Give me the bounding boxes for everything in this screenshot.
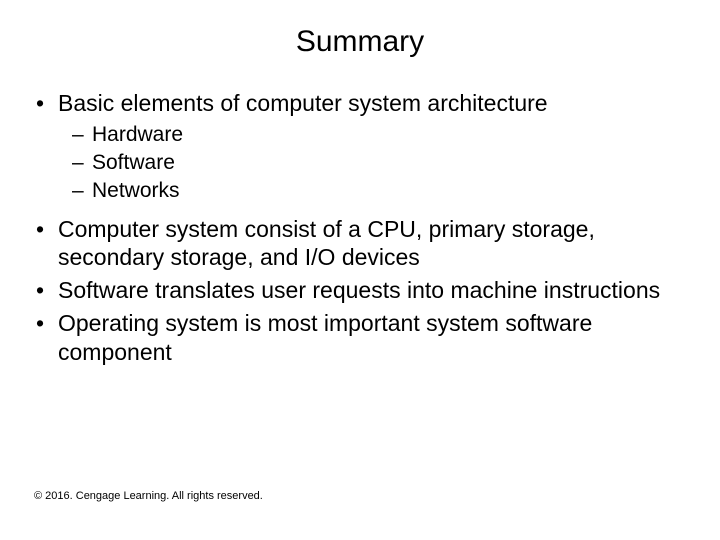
slide: Summary Basic elements of computer syste…: [0, 0, 720, 540]
slide-title: Summary: [30, 25, 690, 59]
bullet-item: Operating system is most important syste…: [30, 309, 690, 367]
sub-bullet-item: Networks: [30, 178, 690, 204]
sub-bullet-group: Hardware Software Networks: [30, 122, 690, 205]
sub-bullet-item: Software: [30, 150, 690, 176]
copyright-footer: © 2016. Cengage Learning. All rights res…: [34, 490, 263, 502]
bullet-list: Basic elements of computer system archit…: [30, 89, 690, 366]
bullet-item: Basic elements of computer system archit…: [30, 89, 690, 118]
sub-bullet-item: Hardware: [30, 122, 690, 148]
bullet-item: Software translates user requests into m…: [30, 276, 690, 305]
bullet-item: Computer system consist of a CPU, primar…: [30, 215, 690, 273]
